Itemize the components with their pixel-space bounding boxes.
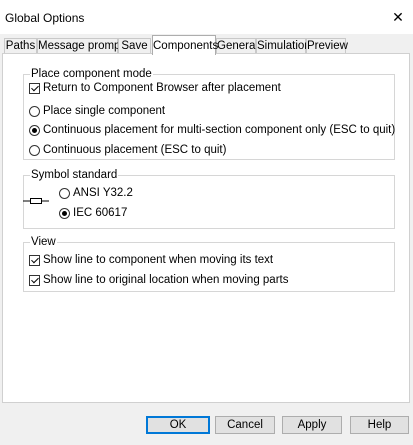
title-bar: Global Options ✕ <box>0 0 413 34</box>
tab-message-prompts[interactable]: Message prompts <box>37 38 129 53</box>
symbol-standard-legend: Symbol standard <box>30 168 119 182</box>
view-legend: View <box>30 235 57 249</box>
return-to-browser-label: Return to Component Browser after placem… <box>43 82 281 94</box>
ok-button[interactable]: OK <box>146 416 210 434</box>
place-single-radio[interactable] <box>29 105 40 117</box>
tab-components[interactable]: Components <box>152 35 218 55</box>
tab-preview[interactable]: Preview <box>306 38 348 53</box>
close-icon: ✕ <box>392 8 404 25</box>
show-line-parts-label: Show line to original location when movi… <box>43 274 289 286</box>
window-title: Global Options <box>5 11 85 25</box>
symbol-standard-group: Symbol standard <box>23 168 395 229</box>
continuous-multi-section-label: Continuous placement for multi-section c… <box>43 124 396 136</box>
apply-button[interactable]: Apply <box>282 416 342 434</box>
show-line-parts-checkbox-row[interactable]: Show line to original location when movi… <box>29 273 288 287</box>
continuous-placement-radio[interactable] <box>29 144 40 156</box>
tab-simulation[interactable]: Simulation <box>256 38 311 53</box>
iec-radio-row[interactable]: IEC 60617 <box>59 206 127 220</box>
resistor-symbol-icon <box>23 198 49 204</box>
return-to-browser-checkbox[interactable] <box>29 82 40 94</box>
iec-radio[interactable] <box>59 207 70 219</box>
help-button[interactable]: Help <box>350 416 409 434</box>
return-to-browser-checkbox-row[interactable]: Return to Component Browser after placem… <box>29 81 281 95</box>
continuous-placement-label: Continuous placement (ESC to quit) <box>43 144 227 156</box>
tab-general[interactable]: General <box>216 38 258 53</box>
place-component-mode-legend: Place component mode <box>30 67 153 81</box>
ansi-label: ANSI Y32.2 <box>73 187 133 199</box>
continuous-multi-section-radio-row[interactable]: Continuous placement for multi-section c… <box>29 123 395 137</box>
place-single-radio-row[interactable]: Place single component <box>29 104 165 118</box>
tab-paths[interactable]: Paths <box>4 38 37 53</box>
show-line-text-label: Show line to component when moving its t… <box>43 254 274 266</box>
continuous-multi-section-radio[interactable] <box>29 124 40 136</box>
place-single-label: Place single component <box>43 105 166 117</box>
continuous-placement-radio-row[interactable]: Continuous placement (ESC to quit) <box>29 143 226 157</box>
cancel-button[interactable]: Cancel <box>215 416 275 434</box>
ansi-radio-row[interactable]: ANSI Y32.2 <box>59 186 133 200</box>
show-line-text-checkbox-row[interactable]: Show line to component when moving its t… <box>29 253 273 267</box>
tab-save[interactable]: Save <box>118 38 151 53</box>
iec-label: IEC 60617 <box>73 207 128 219</box>
close-button[interactable]: ✕ <box>383 0 413 34</box>
show-line-text-checkbox[interactable] <box>29 254 40 266</box>
ansi-radio[interactable] <box>59 187 70 199</box>
show-line-parts-checkbox[interactable] <box>29 274 40 286</box>
